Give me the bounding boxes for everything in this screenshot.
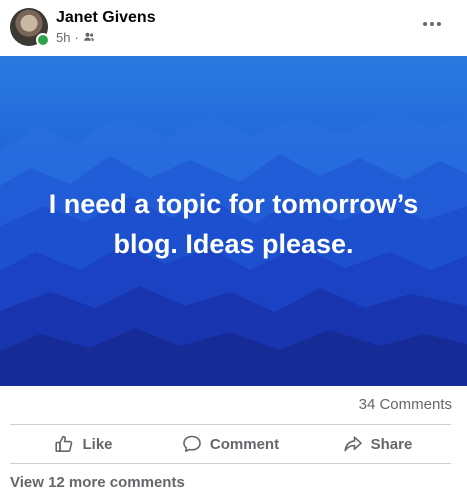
divider: [10, 463, 451, 464]
online-status-icon: [36, 33, 50, 47]
post-actions: Like Comment Share: [10, 426, 451, 462]
ellipsis-icon: [423, 22, 441, 26]
comment-button[interactable]: Comment: [157, 426, 304, 462]
friends-icon[interactable]: [83, 31, 95, 43]
share-label: Share: [370, 435, 413, 453]
avatar[interactable]: [10, 8, 50, 47]
like-button[interactable]: Like: [10, 426, 157, 462]
share-button[interactable]: Share: [304, 426, 451, 462]
comments-count-link[interactable]: 34 Comments: [359, 396, 452, 413]
meta-separator: ·: [74, 29, 79, 45]
comment-label: Comment: [209, 435, 280, 453]
thumbs-up-icon: [55, 435, 73, 452]
post-background[interactable]: I need a topic for tomorrow’s blog. Idea…: [0, 56, 467, 386]
view-more-comments-link[interactable]: View 12 more comments: [10, 474, 185, 491]
post-meta: 5h ·: [56, 29, 95, 45]
divider: [10, 424, 451, 425]
post-header: Janet Givens 5h ·: [0, 0, 467, 56]
share-arrow-icon: [344, 436, 362, 452]
post-time[interactable]: 5h: [56, 30, 70, 45]
post-text: I need a topic for tomorrow’s blog. Idea…: [48, 189, 419, 259]
author-name[interactable]: Janet Givens: [56, 9, 156, 27]
comment-bubble-icon: [183, 435, 201, 452]
like-label: Like: [82, 435, 113, 453]
more-options-button[interactable]: [419, 14, 445, 34]
